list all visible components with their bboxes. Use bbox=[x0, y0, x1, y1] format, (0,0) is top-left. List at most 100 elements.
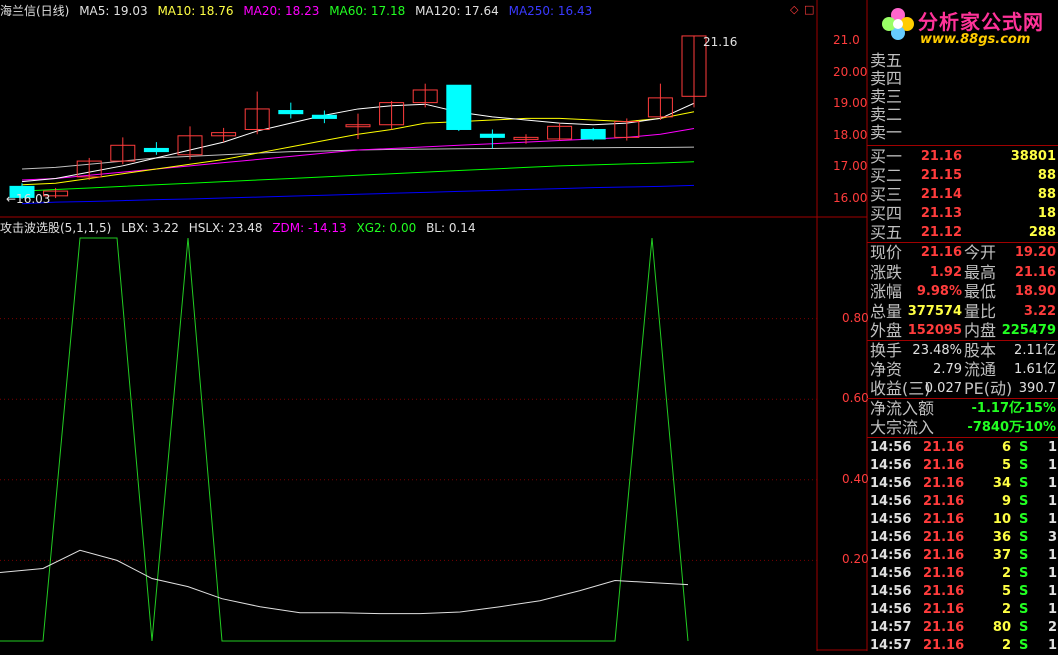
indicator-green-line bbox=[0, 237, 689, 642]
indicator-grid bbox=[0, 318, 817, 561]
tick-price: 21.16 bbox=[923, 602, 965, 617]
quote-row: 总量 377574 量比 3.22 bbox=[867, 301, 1058, 321]
tick-volume: 80 bbox=[992, 620, 1011, 635]
buy-order-row: 买三 21.14 88 bbox=[867, 186, 1058, 204]
tick-row[interactable]: 14:56 21.16 2 S 1 bbox=[867, 565, 1058, 583]
money-flow-row: 净流入额 -1.17亿 -15% bbox=[867, 400, 1058, 418]
tick-volume: 2 bbox=[1001, 638, 1011, 653]
indicator-lines bbox=[0, 237, 689, 642]
buy-order-label: 买一 bbox=[870, 147, 903, 166]
price-tick-label: 17.00 bbox=[833, 159, 868, 174]
quote-label: 内盘 bbox=[964, 321, 997, 340]
tick-side: S bbox=[1019, 602, 1029, 617]
buy-order-label: 买三 bbox=[870, 185, 903, 204]
tick-side: S bbox=[1019, 566, 1029, 581]
tick-side: S bbox=[1019, 638, 1029, 653]
tick-side: S bbox=[1019, 548, 1029, 563]
fundamental-label: 换手 bbox=[870, 341, 903, 360]
buy-order-volume: 288 bbox=[1028, 225, 1056, 240]
tick-side: S bbox=[1019, 440, 1029, 455]
tick-price: 21.16 bbox=[923, 458, 965, 473]
indicator-tick-label: 0.20 bbox=[842, 552, 869, 567]
square-icon[interactable]: □ bbox=[804, 3, 814, 16]
tick-row[interactable]: 14:56 21.16 2 S 1 bbox=[867, 601, 1058, 619]
quote-value: 21.16 bbox=[1014, 264, 1056, 280]
fundamental-label: 净资 bbox=[870, 360, 903, 379]
tick-time: 14:56 bbox=[870, 584, 912, 599]
quote-label: 涨跌 bbox=[870, 262, 903, 282]
stock-title: 海兰信(日线) bbox=[0, 4, 70, 18]
quote-value: 19.20 bbox=[1014, 245, 1056, 260]
buy-order-label: 买四 bbox=[870, 204, 903, 223]
tick-count: 1 bbox=[1047, 476, 1057, 491]
tick-time: 14:56 bbox=[870, 458, 912, 473]
buy-order-row: 买二 21.15 88 bbox=[867, 167, 1058, 185]
quote-row: 外盘 152095 内盘 225479 bbox=[867, 322, 1058, 340]
price-tick-label: 21.0 bbox=[833, 33, 860, 47]
quote-label: 外盘 bbox=[870, 321, 903, 340]
xg2-value: XG2: 0.00 bbox=[356, 221, 417, 235]
hslx-value: HSLX: 23.48 bbox=[188, 221, 263, 235]
tick-row[interactable]: 14:56 21.16 37 S 1 bbox=[867, 547, 1058, 565]
tick-row[interactable]: 14:56 21.16 10 S 1 bbox=[867, 511, 1058, 529]
sell-order-label: 卖四 bbox=[870, 69, 903, 88]
tick-row[interactable]: 14:56 21.16 5 S 1 bbox=[867, 583, 1058, 601]
quote-label: 最低 bbox=[964, 282, 997, 301]
tick-volume: 5 bbox=[1001, 584, 1011, 599]
tick-side: S bbox=[1019, 458, 1029, 473]
buy-order-volume: 38801 bbox=[1010, 149, 1056, 164]
buy-order-volume: 18 bbox=[1037, 206, 1056, 221]
sell-order-row: 卖五 bbox=[867, 52, 1058, 70]
buy-order-price: 21.14 bbox=[920, 187, 962, 202]
buy-order-row: 买一 21.16 38801 bbox=[867, 148, 1058, 166]
diamond-icon[interactable]: ◇ bbox=[790, 3, 799, 16]
buy-order-label: 买二 bbox=[870, 166, 903, 185]
money-flow-value: -1.17亿 bbox=[971, 401, 1022, 416]
quote-row: 涨跌 1.92 最高 21.16 bbox=[867, 262, 1058, 282]
tick-price: 21.16 bbox=[923, 638, 965, 653]
tick-volume: 10 bbox=[992, 512, 1011, 527]
high-price-label: 21.16 bbox=[703, 35, 738, 49]
tick-time: 14:56 bbox=[870, 566, 912, 581]
tick-time: 14:56 bbox=[870, 512, 912, 527]
tick-volume: 37 bbox=[992, 548, 1011, 563]
price-tick-label: 18.00 bbox=[833, 127, 868, 142]
fundamental-value: 2.79 bbox=[933, 362, 962, 377]
tick-time: 14:57 bbox=[870, 638, 912, 653]
tick-row[interactable]: 14:56 21.16 34 S 1 bbox=[867, 475, 1058, 493]
main-chart-header: 海兰信(日线) MA5: 19.03 MA10: 18.76 MA20: 18.… bbox=[0, 2, 598, 19]
quote-label: 现价 bbox=[870, 243, 903, 262]
tick-side: S bbox=[1019, 620, 1029, 635]
candle-body bbox=[580, 128, 606, 140]
buy-order-price: 21.15 bbox=[920, 168, 962, 183]
sell-order-row: 卖四 bbox=[867, 70, 1058, 88]
tick-time: 14:56 bbox=[870, 602, 912, 617]
tick-count: 1 bbox=[1047, 512, 1057, 527]
tick-price: 21.16 bbox=[923, 530, 965, 545]
indicator-tick-label: 0.80 bbox=[842, 310, 869, 325]
fundamental-row: 净资 2.79 流通 1.61亿 bbox=[867, 361, 1058, 379]
sell-order-label: 卖三 bbox=[870, 87, 903, 106]
sell-order-label: 卖一 bbox=[870, 123, 903, 142]
money-flow-label: 净流入额 bbox=[870, 399, 935, 418]
tick-time: 14:56 bbox=[870, 548, 912, 563]
quote-label: 总量 bbox=[870, 301, 903, 321]
tick-time: 14:56 bbox=[870, 440, 912, 455]
tick-count: 1 bbox=[1047, 494, 1057, 509]
indicator-name: 攻击波选股(5,1,1,5) bbox=[0, 221, 112, 235]
tick-row[interactable]: 14:57 21.16 80 S 2 bbox=[867, 619, 1058, 637]
fundamental-value: 1.61亿 bbox=[1014, 362, 1056, 377]
fundamental-row: 收益(三) 0.027 PE(动) 390.7 bbox=[867, 380, 1058, 398]
lbx-value: LBX: 3.22 bbox=[121, 221, 179, 235]
tick-row[interactable]: 14:56 21.16 6 S 1 bbox=[867, 439, 1058, 457]
tick-row[interactable]: 14:57 21.16 2 S 1 bbox=[867, 637, 1058, 655]
zdm-value: ZDM: -14.13 bbox=[272, 221, 347, 235]
site-logo: 分析家公式网 www.88gs.com bbox=[880, 4, 1058, 50]
quote-value: 1.92 bbox=[929, 264, 962, 280]
money-flow-row: 大宗流入 -7840万 -10% bbox=[867, 419, 1058, 437]
tick-row[interactable]: 14:56 21.16 9 S 1 bbox=[867, 493, 1058, 511]
candle-body bbox=[278, 110, 304, 115]
tick-row[interactable]: 14:56 21.16 5 S 1 bbox=[867, 457, 1058, 475]
tick-volume: 9 bbox=[1001, 494, 1011, 509]
tick-row[interactable]: 14:56 21.16 36 S 3 bbox=[867, 529, 1058, 547]
